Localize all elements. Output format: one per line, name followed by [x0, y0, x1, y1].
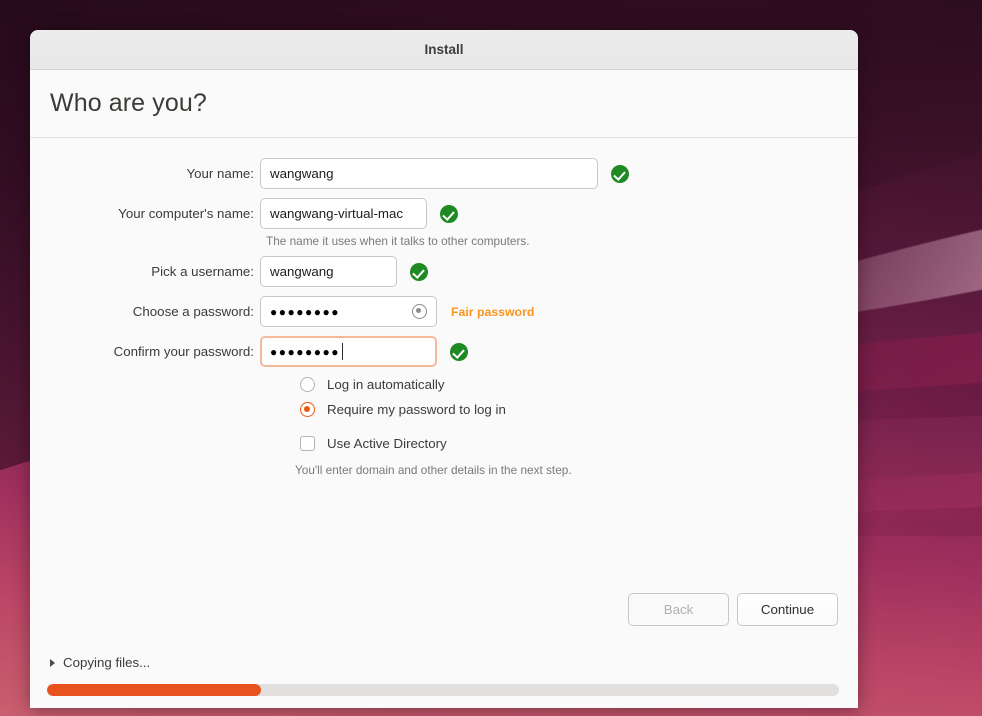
window-content: Your name: wangwang Your computer's name… [30, 138, 858, 708]
hostname-input[interactable]: wangwang-virtual-mac [260, 198, 427, 229]
field-row-hostname: Your computer's name: wangwang-virtual-m… [30, 198, 458, 229]
confirm-password-input-value: ●●●●●●●● [270, 345, 340, 358]
username-input[interactable]: wangwang [260, 256, 397, 287]
name-label: Your name: [186, 166, 254, 181]
progress-bar-track [47, 684, 839, 696]
checkbox-use-active-directory[interactable]: Use Active Directory [300, 436, 447, 451]
field-row-name: Your name: wangwang [30, 158, 629, 189]
text-caret [341, 343, 343, 360]
username-input-value: wangwang [270, 264, 334, 279]
page-header: Who are you? [30, 70, 858, 138]
field-row-password: Choose a password: ●●●●●●●● Fair passwor… [30, 296, 534, 327]
password-label: Choose a password: [132, 304, 254, 319]
progress-status-row[interactable]: Copying files... [50, 655, 150, 670]
active-directory-hint: You'll enter domain and other details in… [295, 463, 572, 477]
hostname-hint: The name it uses when it talks to other … [266, 234, 530, 248]
checkbox-square-icon [300, 436, 315, 451]
window-title: Install [424, 42, 464, 57]
valid-check-icon-hostname [440, 204, 458, 223]
window-titlebar: Install [30, 30, 858, 70]
page-title: Who are you? [50, 89, 207, 117]
hostname-input-value: wangwang-virtual-mac [270, 206, 404, 221]
progress-footer: Copying files... [30, 628, 858, 708]
valid-check-icon-username [410, 262, 428, 281]
name-input[interactable]: wangwang [260, 158, 598, 189]
confirm-password-input[interactable]: ●●●●●●●● [260, 336, 437, 367]
password-input-value: ●●●●●●●● [270, 305, 340, 318]
eye-reveal-icon[interactable] [412, 304, 427, 319]
password-input[interactable]: ●●●●●●●● [260, 296, 437, 327]
username-label: Pick a username: [151, 264, 254, 279]
progress-bar-fill [47, 684, 261, 696]
radio-require-password[interactable]: Require my password to log in [300, 402, 506, 417]
hostname-label: Your computer's name: [118, 206, 254, 221]
installer-window: Install Who are you? Your name: wangwang… [30, 30, 858, 708]
radio-login-automatically-label: Log in automatically [327, 377, 445, 392]
back-button[interactable]: Back [628, 593, 729, 626]
checkbox-use-active-directory-label: Use Active Directory [327, 436, 447, 451]
radio-require-password-label: Require my password to log in [327, 402, 506, 417]
field-row-username: Pick a username: wangwang [30, 256, 428, 287]
chevron-right-icon[interactable] [50, 658, 55, 667]
password-strength-label: Fair password [451, 304, 535, 319]
valid-check-icon-name [611, 164, 629, 183]
confirm-password-label: Confirm your password: [113, 344, 254, 359]
progress-status-text: Copying files... [63, 655, 151, 670]
name-input-value: wangwang [270, 166, 334, 181]
continue-button[interactable]: Continue [737, 593, 838, 626]
radio-circle-icon-require [300, 402, 315, 417]
radio-login-automatically[interactable]: Log in automatically [300, 377, 445, 392]
valid-check-icon-confirm [450, 342, 468, 361]
field-row-confirm-password: Confirm your password: ●●●●●●●● [30, 336, 468, 367]
radio-circle-icon-auto [300, 377, 315, 392]
